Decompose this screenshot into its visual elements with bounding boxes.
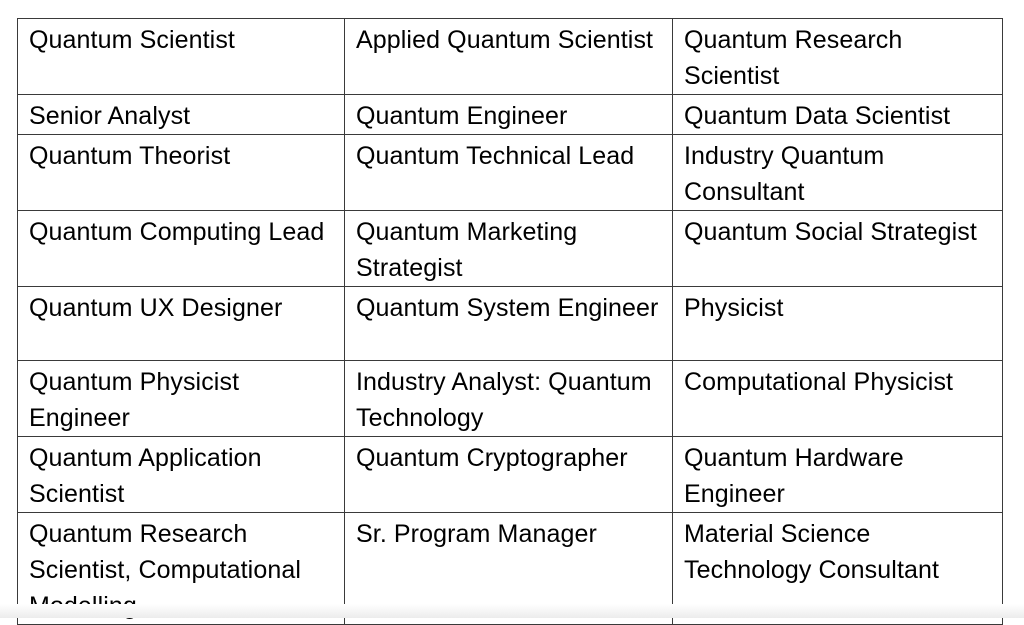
table-cell: Quantum System Engineer xyxy=(344,286,673,361)
table-cell: Quantum Scientist xyxy=(17,18,345,95)
table-cell: Quantum Research Scientist xyxy=(672,18,1003,95)
table-cell: Senior Analyst xyxy=(17,94,345,135)
table-cell: Quantum UX Designer xyxy=(17,286,345,361)
table-row: Senior Analyst Quantum Engineer Quantum … xyxy=(17,94,1003,135)
table-row: Quantum Physicist Engineer Industry Anal… xyxy=(17,360,1003,437)
table-cell: Quantum Cryptographer xyxy=(344,436,673,513)
table-cell: Quantum Social Strategist xyxy=(672,210,1003,287)
table-cell: Quantum Computing Lead xyxy=(17,210,345,287)
table-row: Quantum Theorist Quantum Technical Lead … xyxy=(17,134,1003,211)
table-cell: Quantum Data Scientist xyxy=(672,94,1003,135)
table-cell: Quantum Hardware Engineer xyxy=(672,436,1003,513)
table-cell: Quantum Physicist Engineer xyxy=(17,360,345,437)
table-cell: Quantum Theorist xyxy=(17,134,345,211)
table-cell: Quantum Marketing Strategist xyxy=(344,210,673,287)
table-row: Quantum Computing Lead Quantum Marketing… xyxy=(17,210,1003,287)
table-cell: Quantum Engineer xyxy=(344,94,673,135)
table-cell: Quantum Technical Lead xyxy=(344,134,673,211)
table-cell: Physicist xyxy=(672,286,1003,361)
page-bottom-shadow xyxy=(0,604,1024,618)
job-titles-table: Quantum Scientist Applied Quantum Scient… xyxy=(17,18,1003,625)
table-cell: Applied Quantum Scientist xyxy=(344,18,673,95)
table-row: Quantum Application Scientist Quantum Cr… xyxy=(17,436,1003,513)
table-cell: Industry Quantum Consultant xyxy=(672,134,1003,211)
table-row: Quantum Scientist Applied Quantum Scient… xyxy=(17,18,1003,95)
table-cell: Computational Physicist xyxy=(672,360,1003,437)
table-row: Quantum UX Designer Quantum System Engin… xyxy=(17,286,1003,361)
table-cell: Industry Analyst: Quantum Technology xyxy=(344,360,673,437)
table-cell: Quantum Application Scientist xyxy=(17,436,345,513)
